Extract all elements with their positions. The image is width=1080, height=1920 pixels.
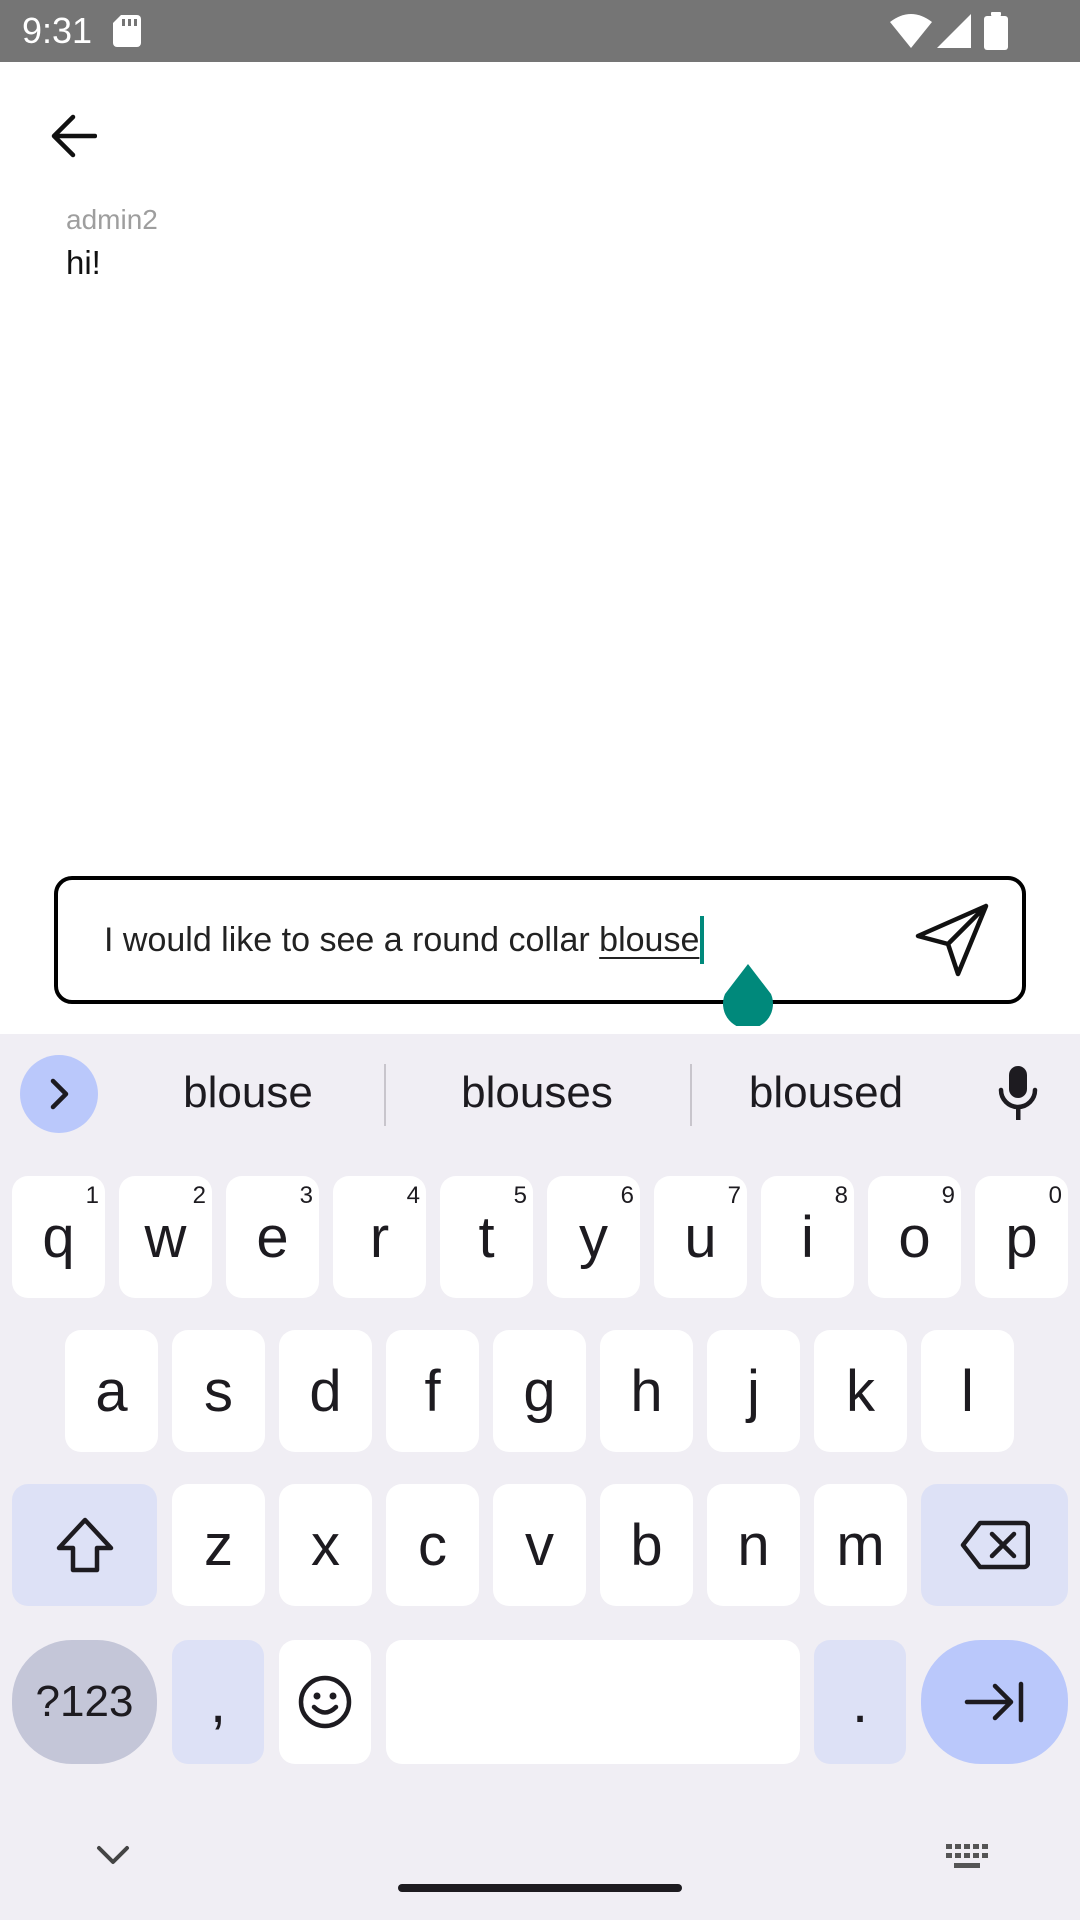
- voice-input-button[interactable]: [990, 1058, 1046, 1128]
- keyboard-menu-button[interactable]: [20, 1055, 98, 1133]
- message-input[interactable]: I would like to see a round collar blous…: [54, 876, 1026, 1004]
- backspace-icon: [960, 1520, 1030, 1570]
- send-icon: [915, 903, 989, 977]
- key-label: w: [144, 1204, 187, 1270]
- suggestion-3[interactable]: bloused: [706, 1060, 946, 1126]
- key-hint: 7: [727, 1182, 741, 1209]
- key-u[interactable]: u7: [654, 1176, 747, 1298]
- key-b[interactable]: b: [600, 1484, 693, 1606]
- key-label: q: [42, 1204, 75, 1270]
- back-button[interactable]: [40, 106, 106, 166]
- shift-key[interactable]: [12, 1484, 157, 1606]
- message-input-text[interactable]: I would like to see a round collar blous…: [104, 916, 705, 964]
- sd-card-icon: [113, 15, 141, 47]
- mic-icon: [998, 1066, 1038, 1120]
- key-i[interactable]: i8: [761, 1176, 854, 1298]
- suggestion-2[interactable]: blouses: [400, 1060, 674, 1126]
- key-g[interactable]: g: [493, 1330, 586, 1452]
- message-text: hi!: [66, 244, 101, 281]
- key-e[interactable]: e3: [226, 1176, 319, 1298]
- key-h[interactable]: h: [600, 1330, 693, 1452]
- screen: 9:31 admin2 hi! I would like to see a ro…: [0, 0, 1080, 1920]
- space-key[interactable]: [386, 1640, 800, 1764]
- key-a[interactable]: a: [65, 1330, 158, 1452]
- key-label: o: [898, 1204, 931, 1270]
- key-hint: 9: [941, 1182, 955, 1209]
- key-q[interactable]: q1: [12, 1176, 105, 1298]
- key-k[interactable]: k: [814, 1330, 907, 1452]
- key-hint: 0: [1048, 1182, 1062, 1209]
- key-label: y: [579, 1204, 608, 1270]
- comma-key[interactable]: ,: [172, 1640, 264, 1764]
- key-hint: 2: [192, 1182, 206, 1209]
- key-n[interactable]: n: [707, 1484, 800, 1606]
- hide-keyboard-chevron-icon[interactable]: [92, 1838, 134, 1872]
- key-w[interactable]: w2: [119, 1176, 212, 1298]
- keyboard: blouse blouses bloused q1w2e3r4t5y6u7i8o…: [0, 1034, 1080, 1920]
- key-label: t: [478, 1204, 495, 1270]
- key-hint: 5: [513, 1182, 527, 1209]
- chevron-right-icon: [50, 1078, 69, 1110]
- signal-icon: [937, 14, 971, 48]
- key-v[interactable]: v: [493, 1484, 586, 1606]
- key-hint: 4: [406, 1182, 420, 1209]
- status-time: 9:31: [22, 10, 93, 51]
- typed-text: I would like to see a round collar: [104, 921, 600, 959]
- suggestion-1[interactable]: blouse: [128, 1060, 368, 1126]
- key-o[interactable]: o9: [868, 1176, 961, 1298]
- suggestion-bar: blouse blouses bloused: [0, 1034, 1080, 1152]
- home-indicator[interactable]: [398, 1884, 682, 1892]
- key-m[interactable]: m: [814, 1484, 907, 1606]
- key-t[interactable]: t5: [440, 1176, 533, 1298]
- key-hint: 1: [85, 1182, 99, 1209]
- next-key[interactable]: [921, 1640, 1068, 1764]
- emoji-icon: [298, 1675, 352, 1729]
- key-c[interactable]: c: [386, 1484, 479, 1606]
- wifi-icon: [890, 14, 932, 48]
- key-j[interactable]: j: [707, 1330, 800, 1452]
- keyboard-switch-icon[interactable]: [944, 1842, 992, 1872]
- key-label: i: [801, 1204, 814, 1270]
- message-item: admin2 hi!: [66, 200, 158, 286]
- key-z[interactable]: z: [172, 1484, 265, 1606]
- key-hint: 3: [299, 1182, 313, 1209]
- emoji-key[interactable]: [279, 1640, 371, 1764]
- text-cursor: [700, 916, 705, 964]
- suggestion-divider: [690, 1064, 692, 1126]
- key-x[interactable]: x: [279, 1484, 372, 1606]
- key-label: p: [1005, 1204, 1038, 1270]
- key-l[interactable]: l: [921, 1330, 1014, 1452]
- shift-icon: [56, 1517, 113, 1573]
- key-d[interactable]: d: [279, 1330, 372, 1452]
- backspace-key[interactable]: [921, 1484, 1068, 1606]
- key-y[interactable]: y6: [547, 1176, 640, 1298]
- key-r[interactable]: r4: [333, 1176, 426, 1298]
- tab-next-icon: [964, 1681, 1023, 1723]
- status-bar: 9:31: [0, 0, 1080, 62]
- suggestion-divider: [384, 1064, 386, 1126]
- arrow-back-icon: [51, 114, 97, 158]
- send-button[interactable]: [912, 900, 992, 980]
- key-label: r: [369, 1204, 390, 1270]
- composing-word: blouse: [599, 921, 700, 959]
- cursor-handle-icon[interactable]: [721, 964, 775, 1026]
- key-s[interactable]: s: [172, 1330, 265, 1452]
- key-label: u: [684, 1204, 717, 1270]
- key-label: e: [256, 1204, 289, 1270]
- key-f[interactable]: f: [386, 1330, 479, 1452]
- symbols-key[interactable]: ?123: [12, 1640, 157, 1764]
- key-p[interactable]: p0: [975, 1176, 1068, 1298]
- key-hint: 6: [620, 1182, 634, 1209]
- key-hint: 8: [834, 1182, 848, 1209]
- message-sender: admin2: [66, 204, 158, 235]
- battery-icon: [984, 12, 1008, 50]
- period-key[interactable]: .: [814, 1640, 906, 1764]
